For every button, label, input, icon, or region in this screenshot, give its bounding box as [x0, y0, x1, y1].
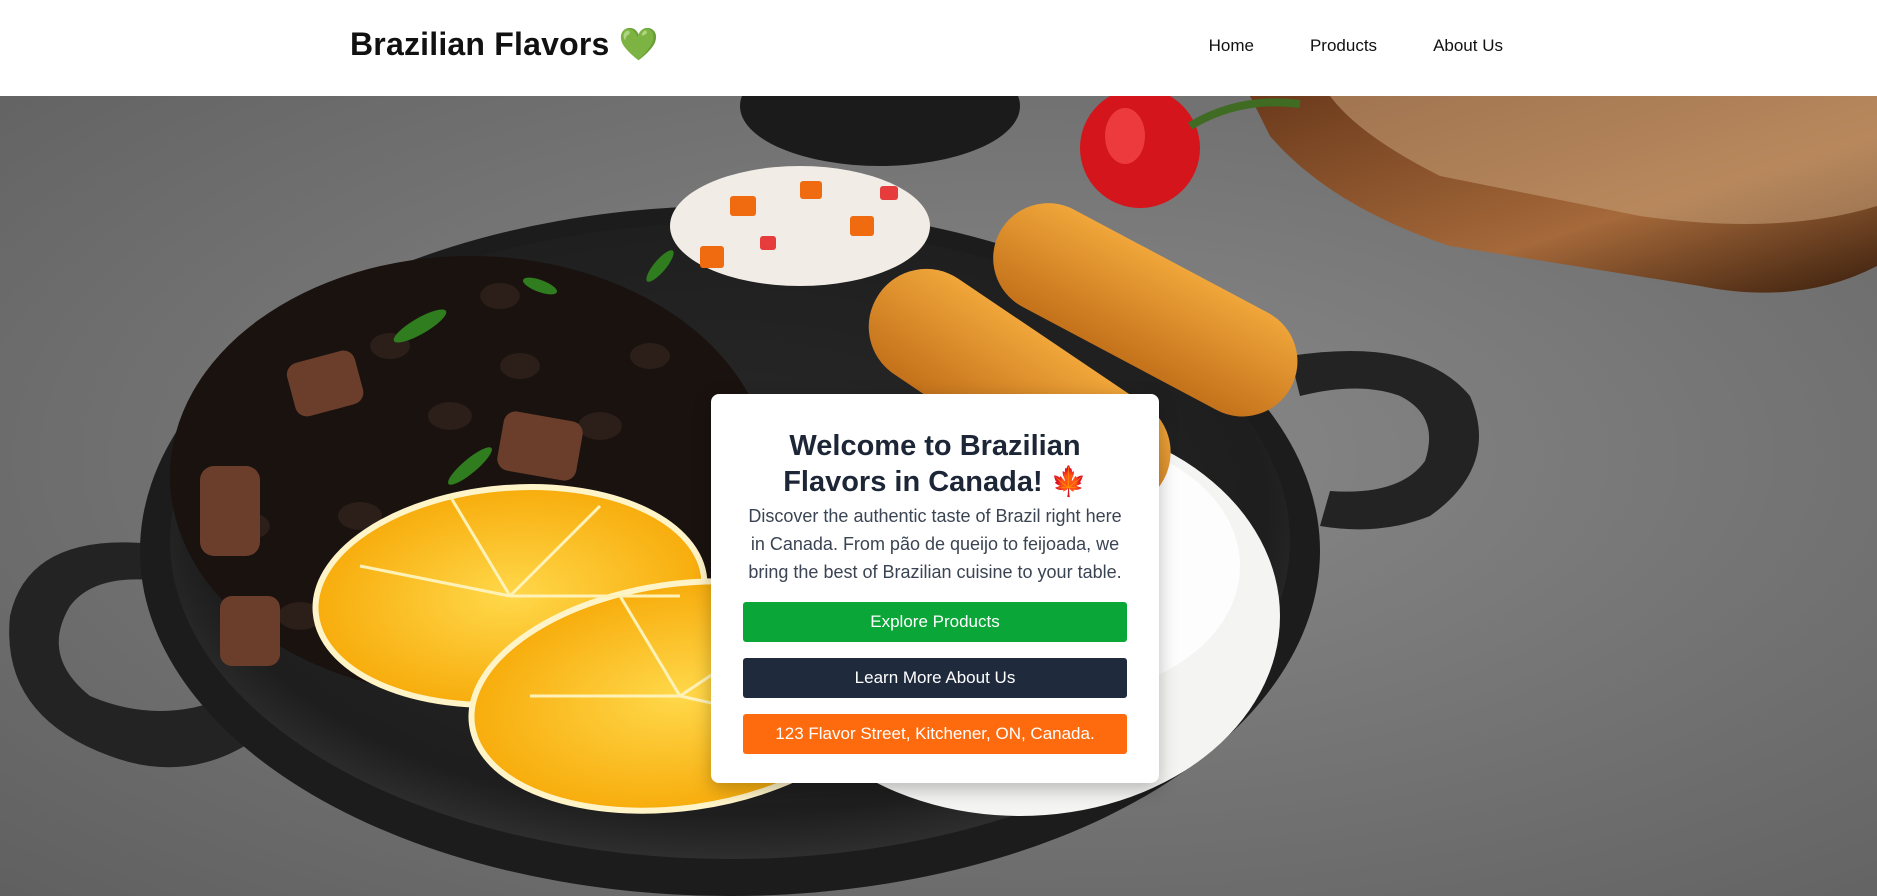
address-button[interactable]: 123 Flavor Street, Kitchener, ON, Canada…	[743, 714, 1127, 754]
welcome-description: Discover the authentic taste of Brazil r…	[748, 506, 1122, 582]
nav-home-link[interactable]: Home	[1209, 36, 1254, 56]
nav-about-link[interactable]: About Us	[1433, 36, 1503, 56]
explore-products-button[interactable]: Explore Products	[743, 602, 1127, 642]
site-header: Brazilian Flavors 💚 Home Products About …	[0, 0, 1877, 96]
main-nav: Home Products About Us	[1209, 36, 1503, 56]
nav-products-link[interactable]: Products	[1310, 36, 1377, 56]
welcome-title: Welcome to Brazilian Flavors in Canada! …	[783, 430, 1087, 498]
welcome-card: Welcome to Brazilian Flavors in Canada! …	[711, 394, 1159, 783]
site-logo[interactable]: Brazilian Flavors 💚	[350, 25, 659, 63]
hero-section: Welcome to Brazilian Flavors in Canada! …	[0, 96, 1877, 896]
learn-more-button[interactable]: Learn More About Us	[743, 658, 1127, 698]
